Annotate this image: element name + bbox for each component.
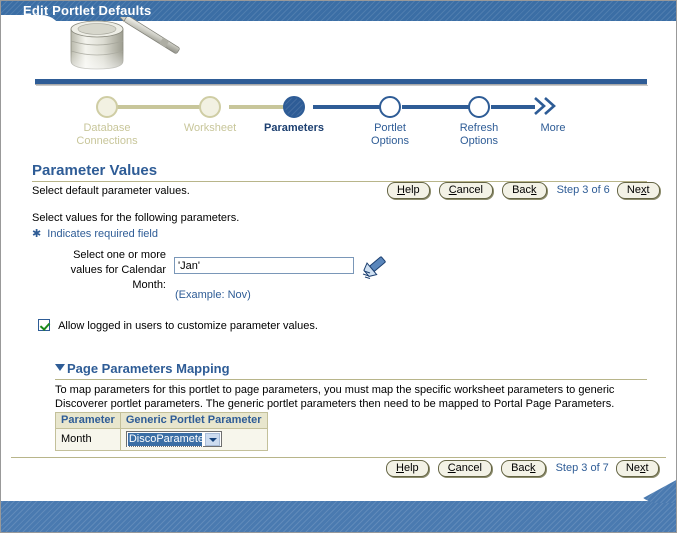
train-label-line1: Portlet	[374, 122, 406, 134]
train-segment-2	[229, 105, 291, 109]
calendar-month-label-line1: Select one or more	[73, 249, 166, 261]
footer-corner-curve	[634, 479, 676, 503]
calendar-month-input[interactable]	[174, 257, 354, 274]
train-node-parameters[interactable]	[283, 96, 305, 118]
train-label-line2: Connections	[76, 135, 138, 147]
double-chevron-right-icon[interactable]	[532, 95, 562, 117]
calendar-month-label: Select one or more values for Calendar M…	[56, 248, 166, 293]
step-indicator-top: Step 3 of 6	[556, 184, 610, 197]
mapping-description-line1: To map parameters for this portlet to pa…	[55, 384, 615, 396]
required-asterisk-icon: ✱	[32, 228, 42, 240]
train-node-portlet-options[interactable]	[379, 96, 401, 118]
train-segment-3	[313, 105, 381, 109]
train-label-database-connections[interactable]: Database Connections	[57, 122, 157, 148]
table-row: Month DiscoParameter1	[55, 428, 268, 451]
next-button-top[interactable]: Next	[616, 182, 660, 199]
generic-portlet-parameter-select[interactable]: DiscoParameter1	[125, 431, 222, 447]
train-label-parameters: Parameters	[244, 122, 344, 135]
cancel-button-top[interactable]: Cancel	[438, 182, 493, 199]
generic-portlet-parameter-value: DiscoParameter1	[126, 432, 203, 447]
allow-customize-label: Allow logged in users to customize param…	[58, 320, 318, 332]
mapping-description-line2: Discoverer portlet parameters. The gener…	[55, 398, 615, 410]
train-node-worksheet[interactable]	[199, 96, 221, 118]
train-label-line2: Options	[460, 135, 498, 147]
back-button-top[interactable]: Back	[502, 182, 547, 199]
train-node-database-connections[interactable]	[96, 96, 118, 118]
cancel-button-bottom[interactable]: Cancel	[437, 460, 492, 477]
train-node-refresh-options[interactable]	[468, 96, 490, 118]
calendar-month-label-line2: values for Calendar	[70, 264, 166, 276]
table-header-row: Parameter Generic Portlet Parameter	[55, 412, 268, 429]
calendar-month-label-line3: Month:	[132, 279, 166, 291]
next-button-bottom[interactable]: Next	[615, 460, 659, 477]
train-label-line1: Parameters	[264, 122, 324, 134]
train-label-more[interactable]: More	[513, 122, 593, 135]
cell-generic-parameter: DiscoParameter1	[119, 428, 268, 451]
page-subtitle: Select default parameter values.	[32, 185, 190, 197]
mapping-heading-rule	[55, 379, 647, 380]
edit-portlet-defaults-window: Edit Portlet Defaults Database Connectio…	[0, 0, 677, 533]
wizard-progress-train: Database Connections Worksheet Parameter…	[1, 77, 676, 155]
train-segment-4	[402, 105, 470, 109]
train-label-line2: Options	[371, 135, 409, 147]
flashlight-search-icon[interactable]	[362, 253, 390, 279]
train-segment-5	[491, 105, 535, 109]
footer-rule	[11, 457, 666, 458]
page-title: Parameter Values	[32, 162, 158, 179]
chevron-down-icon[interactable]	[204, 433, 220, 446]
train-label-portlet-options[interactable]: Portlet Options	[340, 122, 440, 148]
required-field-note: ✱ Indicates required field	[32, 227, 158, 240]
train-segment-1	[117, 105, 207, 109]
example-hint: (Example: Nov)	[175, 289, 251, 301]
help-button-bottom[interactable]: Help	[386, 460, 429, 477]
column-header-generic-portlet-parameter: Generic Portlet Parameter	[119, 412, 268, 429]
train-label-line1: Database	[83, 122, 131, 134]
database-pen-icon	[41, 17, 211, 79]
back-button-bottom[interactable]: Back	[501, 460, 546, 477]
step-indicator-bottom: Step 3 of 7	[555, 462, 609, 475]
triangle-down-icon[interactable]	[55, 364, 65, 371]
wizard-toolbar-bottom: Help Cancel Back Step 3 of 7 Next	[380, 460, 659, 477]
allow-customize-checkbox-row[interactable]: Allow logged in users to customize param…	[38, 319, 318, 332]
page-parameters-mapping-heading[interactable]: Page Parameters Mapping	[55, 361, 230, 376]
column-header-parameter: Parameter	[55, 412, 121, 429]
wizard-toolbar-top: Help Cancel Back Step 3 of 6 Next	[381, 182, 660, 199]
allow-customize-checkbox[interactable]	[38, 319, 50, 331]
parameter-mapping-table: Parameter Generic Portlet Parameter Mont…	[55, 412, 268, 451]
page-parameters-mapping-title: Page Parameters Mapping	[67, 361, 230, 376]
help-button-top[interactable]: Help	[387, 182, 430, 199]
required-note-label: Indicates required field	[47, 228, 158, 240]
instruction-text: Select values for the following paramete…	[32, 212, 240, 224]
train-label-line1: More	[540, 122, 566, 134]
window-title: Edit Portlet Defaults	[23, 3, 152, 18]
cell-parameter-name: Month	[55, 428, 121, 451]
banner-graphic	[1, 17, 676, 79]
footer-bar	[1, 479, 676, 532]
mapping-description: To map parameters for this portlet to pa…	[55, 383, 655, 411]
train-rail	[35, 79, 648, 86]
